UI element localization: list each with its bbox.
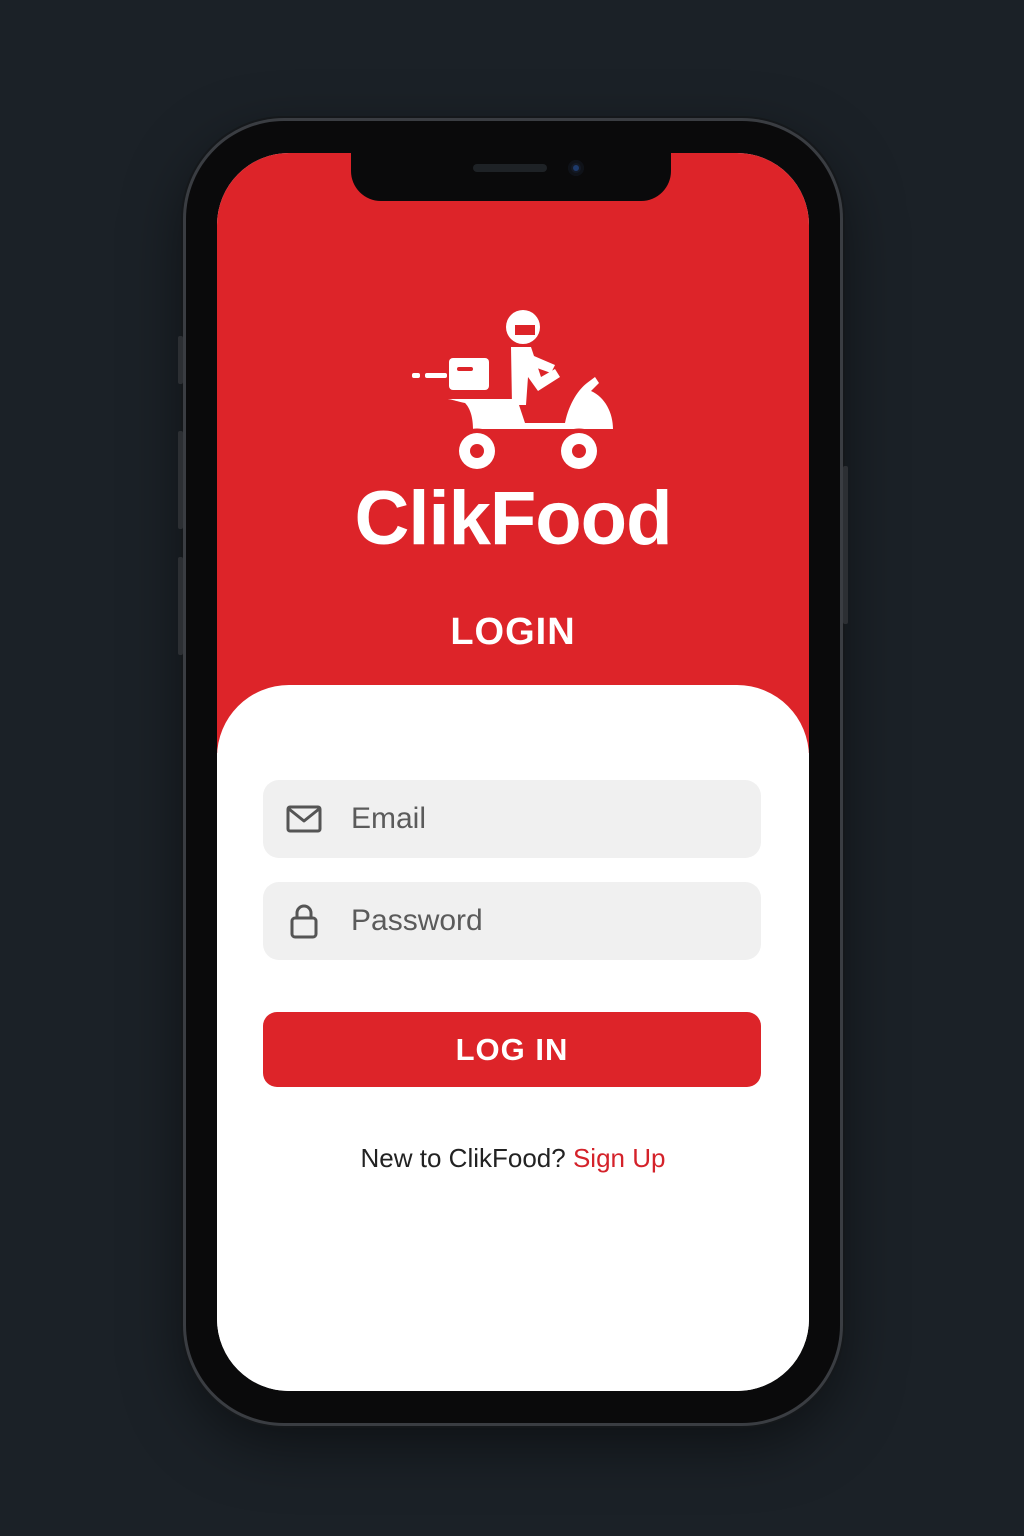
front-camera-icon bbox=[568, 160, 584, 176]
screen-title: LOGIN bbox=[450, 611, 576, 653]
email-field[interactable] bbox=[263, 780, 761, 858]
brand-name: ClikFood bbox=[354, 476, 672, 561]
password-input[interactable] bbox=[351, 882, 741, 960]
notch bbox=[351, 153, 671, 201]
mail-icon bbox=[286, 805, 322, 833]
action-button bbox=[178, 336, 183, 384]
power-button bbox=[843, 466, 848, 624]
signup-prompt-row: New to ClikFood? Sign Up bbox=[217, 1143, 809, 1174]
login-header: ClikFood LOGIN bbox=[217, 153, 809, 753]
phone-frame: ClikFood LOGIN LOG IN New to Clik bbox=[178, 121, 848, 1423]
signup-prompt: New to ClikFood? bbox=[360, 1143, 566, 1173]
lock-icon bbox=[290, 904, 318, 939]
delivery-scooter-logo-icon bbox=[412, 310, 613, 474]
speaker-grille bbox=[473, 164, 547, 172]
login-button[interactable]: LOG IN bbox=[263, 1012, 761, 1087]
login-card: LOG IN New to ClikFood? Sign Up bbox=[217, 685, 809, 1391]
phone-screen: ClikFood LOGIN LOG IN New to Clik bbox=[217, 153, 809, 1391]
volume-down-button bbox=[178, 557, 183, 655]
volume-up-button bbox=[178, 431, 183, 529]
email-input[interactable] bbox=[351, 780, 741, 858]
signup-link[interactable]: Sign Up bbox=[573, 1143, 666, 1173]
password-field[interactable] bbox=[263, 882, 761, 960]
